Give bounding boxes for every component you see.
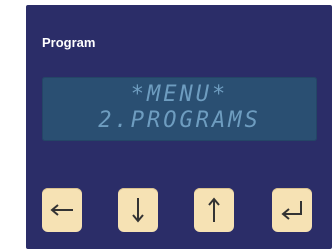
arrow-up-icon xyxy=(208,197,220,222)
enter-button[interactable] xyxy=(272,188,312,232)
panel-title: Program xyxy=(42,35,96,50)
up-button[interactable] xyxy=(194,188,234,232)
lcd-line-2: 2.PROGRAMS xyxy=(98,108,261,133)
lcd-line-1: *MENU* xyxy=(130,82,229,107)
lcd-display: *MENU* 2.PROGRAMS xyxy=(42,77,317,141)
control-panel: Program *MENU* 2.PROGRAMS xyxy=(26,5,332,249)
arrow-down-icon xyxy=(132,198,144,223)
enter-return-icon xyxy=(281,201,302,220)
down-button[interactable] xyxy=(118,188,158,232)
left-button[interactable] xyxy=(42,188,82,232)
arrow-left-icon xyxy=(50,204,73,216)
